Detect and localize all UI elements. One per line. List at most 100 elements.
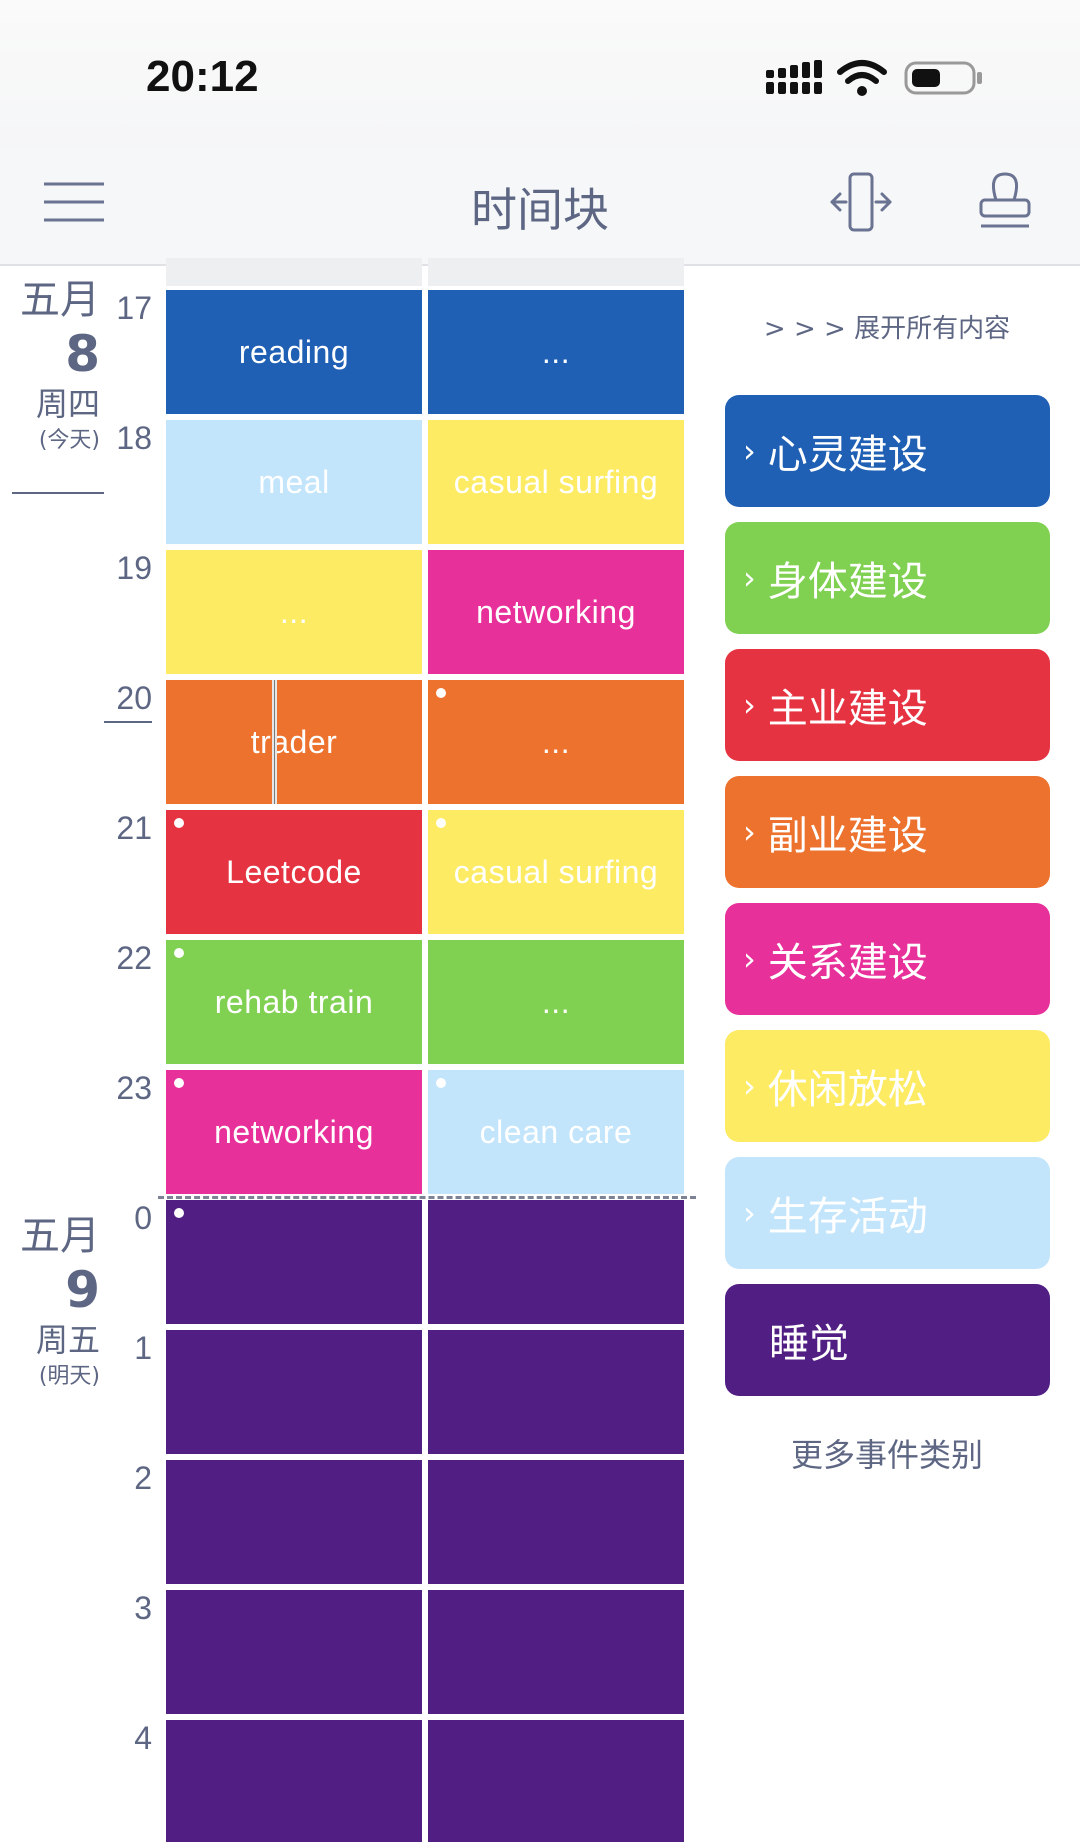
chevron-right-icon: ›: [743, 686, 756, 724]
chevron-right-icon: ›: [743, 1067, 756, 1105]
category-button[interactable]: › 主业建设: [725, 649, 1050, 761]
hour-label: 20: [116, 680, 152, 716]
cellular-signal-icon: [766, 60, 822, 94]
time-block-label: rehab train: [214, 983, 374, 1020]
hour-label: 17: [116, 290, 152, 326]
marker-dot: [174, 1208, 184, 1218]
time-block[interactable]: [166, 1460, 422, 1584]
category-button[interactable]: › 身体建设: [725, 522, 1050, 634]
time-block[interactable]: casual surfing: [428, 420, 684, 544]
day-divider: [158, 1196, 696, 1199]
date-weekday: 周四: [35, 385, 100, 423]
marker-dot: [436, 818, 446, 828]
hour-label: 3: [134, 1590, 152, 1626]
time-block-label: casual surfing: [453, 853, 659, 890]
time-block[interactable]: meal: [166, 420, 422, 544]
battery-icon: [904, 61, 982, 95]
marker-dot: [174, 1078, 184, 1088]
previous-hour-strip: [428, 258, 684, 286]
category-button[interactable]: › 关系建设: [725, 903, 1050, 1015]
date-month: 五月: [20, 277, 100, 323]
resize-horizontal-icon[interactable]: [830, 170, 892, 234]
category-button[interactable]: › 心灵建设: [725, 395, 1050, 507]
marker-dot: [174, 818, 184, 828]
date-month: 五月: [20, 1213, 100, 1259]
time-block[interactable]: clean care: [428, 1070, 684, 1194]
time-block-label: ...: [541, 723, 571, 760]
time-block[interactable]: ...: [428, 680, 684, 804]
time-block[interactable]: [428, 1720, 684, 1842]
current-hour-underline: [104, 721, 152, 723]
time-block[interactable]: [166, 1720, 422, 1842]
time-block-label: networking: [476, 593, 636, 630]
time-block-label: reading: [238, 333, 350, 370]
date-day: 9: [65, 1261, 100, 1319]
time-block[interactable]: reading: [166, 290, 422, 414]
chevron-right-icon: ›: [743, 813, 756, 851]
time-block[interactable]: [428, 1590, 684, 1714]
date-tomorrow: 五月 9 周五 (明天): [0, 1212, 104, 1394]
time-block[interactable]: trader: [166, 680, 422, 804]
time-block[interactable]: Leetcode: [166, 810, 422, 934]
chevron-right-icon: ›: [743, 1194, 756, 1232]
nav-bar: 时间块: [0, 150, 1080, 266]
time-block[interactable]: [428, 1330, 684, 1454]
more-categories-link[interactable]: 更多事件类别: [726, 1430, 1048, 1476]
status-bar: 20:12: [0, 0, 1080, 150]
wifi-icon: [837, 60, 887, 96]
hour-label: 1: [134, 1330, 152, 1366]
marker-dot: [436, 1078, 446, 1088]
page-title: 时间块: [471, 183, 609, 237]
marker-dot: [174, 948, 184, 958]
marker-dot: [436, 688, 446, 698]
time-block[interactable]: [166, 1200, 422, 1324]
time-block[interactable]: [166, 1590, 422, 1714]
time-block-grid: reading ... meal casual surfing ... netw…: [166, 258, 686, 1842]
hour-label: 19: [116, 550, 152, 586]
time-block-label: networking: [214, 1113, 374, 1150]
hour-label: 4: [134, 1720, 152, 1756]
category-button[interactable]: › 生存活动: [725, 1157, 1050, 1269]
time-block-label: casual surfing: [453, 463, 659, 500]
time-block[interactable]: [428, 1460, 684, 1584]
date-relative: (今天): [38, 428, 100, 453]
category-label: 副业建设: [767, 813, 928, 859]
time-block[interactable]: networking: [166, 1070, 422, 1194]
time-block[interactable]: networking: [428, 550, 684, 674]
hour-label: 23: [116, 1070, 152, 1106]
time-block-label: clean care: [479, 1113, 633, 1150]
time-block-label: trader: [250, 723, 338, 760]
status-time: 20:12: [146, 52, 259, 101]
hour-label: 0: [134, 1200, 152, 1236]
previous-hour-strip: [166, 258, 422, 286]
time-block[interactable]: rehab train: [166, 940, 422, 1064]
time-block[interactable]: ...: [428, 290, 684, 414]
time-block[interactable]: ...: [428, 940, 684, 1064]
stamp-icon[interactable]: [978, 170, 1032, 234]
category-label: 生存活动: [767, 1194, 928, 1240]
category-label: 身体建设: [767, 559, 928, 605]
category-button[interactable]: › 休闲放松: [725, 1030, 1050, 1142]
hour-label: 22: [116, 940, 152, 976]
date-weekday: 周五: [35, 1321, 100, 1359]
category-label: 心灵建设: [767, 432, 928, 478]
hour-label: 2: [134, 1460, 152, 1496]
category-label: 关系建设: [767, 940, 928, 986]
category-button[interactable]: 睡觉: [725, 1284, 1050, 1396]
category-button[interactable]: › 副业建设: [725, 776, 1050, 888]
time-block[interactable]: [428, 1200, 684, 1324]
time-block-label: ...: [541, 333, 571, 370]
time-block[interactable]: ...: [166, 550, 422, 674]
category-label: 休闲放松: [767, 1067, 928, 1113]
hour-label: 18: [116, 420, 152, 456]
date-today: 五月 8 周四 (今天): [0, 276, 104, 458]
time-block-label: ...: [541, 983, 571, 1020]
date-day: 8: [65, 325, 100, 383]
time-block[interactable]: [166, 1330, 422, 1454]
expand-all-button[interactable]: > > > 展开所有内容: [726, 308, 1048, 345]
time-block-label: ...: [279, 593, 309, 630]
time-block[interactable]: casual surfing: [428, 810, 684, 934]
today-divider: [12, 492, 104, 494]
current-time-indicator: [272, 680, 277, 804]
hour-label: 21: [116, 810, 152, 846]
